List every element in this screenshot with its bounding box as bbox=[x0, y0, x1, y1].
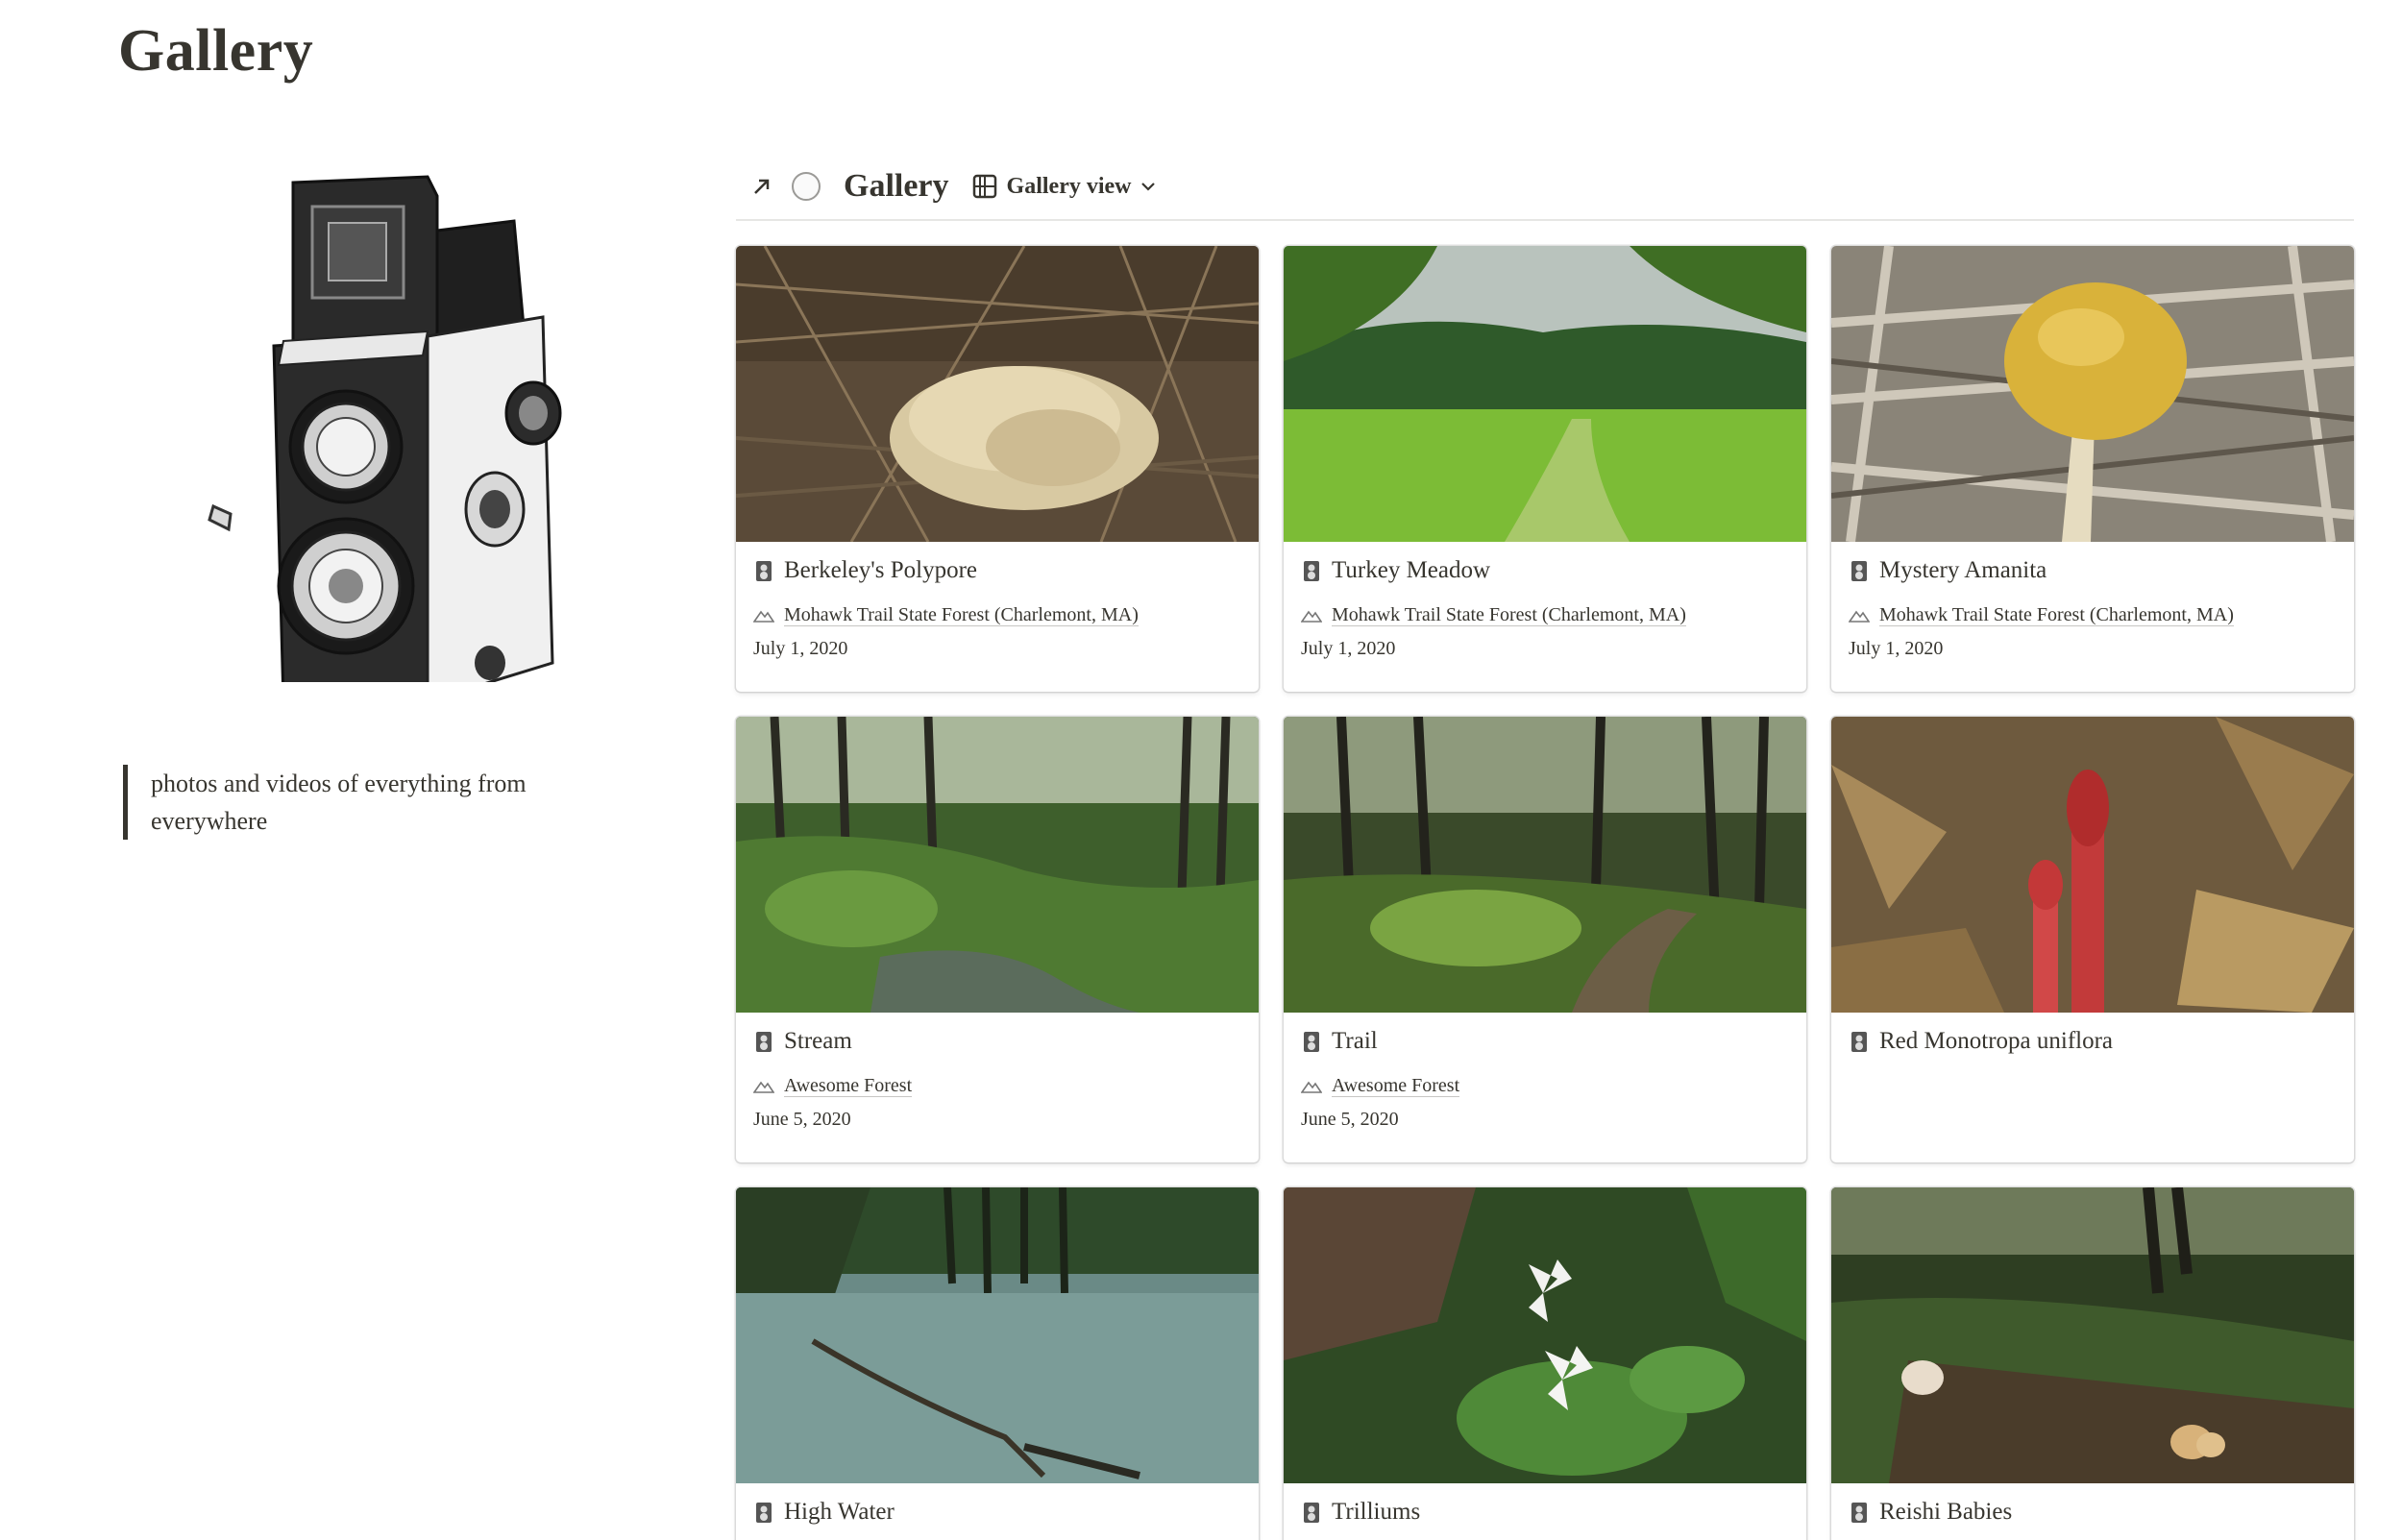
camera-icon bbox=[756, 1032, 772, 1052]
card-title: Berkeley's Polypore bbox=[784, 557, 977, 583]
camera-icon bbox=[1304, 561, 1319, 581]
mountain-icon bbox=[1301, 610, 1322, 623]
card-location[interactable]: Mohawk Trail State Forest (Charlemont, M… bbox=[1879, 604, 2234, 626]
card-photo-trail bbox=[1284, 717, 1806, 1013]
card-title: Red Monotropa uniflora bbox=[1879, 1028, 2114, 1054]
mountain-icon bbox=[753, 1081, 774, 1093]
gallery-card[interactable]: Stream Awesome Forest June 5, 2020 bbox=[736, 717, 1259, 1162]
gallery-view-button[interactable]: Gallery view bbox=[972, 174, 1157, 200]
camera-illustration bbox=[208, 175, 562, 682]
card-title: Turkey Meadow bbox=[1332, 557, 1491, 583]
card-photo-meadow bbox=[1284, 246, 1806, 542]
camera-icon bbox=[756, 1503, 772, 1523]
gallery-card[interactable]: Trail Awesome Forest June 5, 2020 bbox=[1284, 717, 1806, 1162]
mountain-icon bbox=[1849, 610, 1870, 623]
gallery-grid: Berkeley's Polypore Mohawk Trail State F… bbox=[736, 246, 2354, 1540]
camera-icon bbox=[1851, 1503, 1867, 1523]
chevron-down-icon bbox=[1140, 183, 1155, 191]
card-photo-trilliums bbox=[1284, 1187, 1806, 1483]
gallery-card[interactable]: Berkeley's Polypore Mohawk Trail State F… bbox=[736, 246, 1259, 692]
card-location[interactable]: Mohawk Trail State Forest (Charlemont, M… bbox=[784, 604, 1139, 626]
camera-icon bbox=[756, 561, 772, 581]
camera-icon bbox=[1304, 1503, 1319, 1523]
gallery-title[interactable]: Gallery bbox=[844, 168, 949, 205]
gallery-card[interactable]: Reishi Babies bbox=[1831, 1187, 2354, 1540]
card-photo-amanita bbox=[1831, 246, 2354, 542]
card-title: Trail bbox=[1332, 1028, 1378, 1054]
camera-icon bbox=[1304, 1032, 1319, 1052]
grid-icon bbox=[972, 174, 996, 199]
gallery-card[interactable]: Turkey Meadow Mohawk Trail State Forest … bbox=[1284, 246, 1806, 692]
card-photo-reishi bbox=[1831, 1187, 2354, 1483]
gallery-card[interactable]: Red Monotropa uniflora bbox=[1831, 717, 2354, 1162]
gallery-card[interactable]: Mystery Amanita Mohawk Trail State Fores… bbox=[1831, 246, 2354, 692]
card-location[interactable]: Awesome Forest bbox=[784, 1075, 913, 1097]
circle-icon bbox=[792, 172, 821, 201]
arrow-up-right-icon[interactable] bbox=[746, 170, 778, 203]
card-date: June 5, 2020 bbox=[753, 1109, 851, 1130]
mountain-icon bbox=[1301, 1081, 1322, 1093]
gallery-header: Gallery Gallery view bbox=[736, 154, 2354, 221]
camera-icon bbox=[1851, 1032, 1867, 1052]
card-title: High Water bbox=[784, 1499, 895, 1525]
card-photo-polypore bbox=[736, 246, 1259, 542]
page-quote: photos and videos of everything from eve… bbox=[123, 765, 575, 840]
card-photo-monotropa bbox=[1831, 717, 2354, 1013]
card-title: Trilliums bbox=[1332, 1499, 1421, 1525]
card-photo-high-water bbox=[736, 1187, 1259, 1483]
mountain-icon bbox=[753, 610, 774, 623]
card-date: July 1, 2020 bbox=[1849, 638, 1944, 659]
card-date: July 1, 2020 bbox=[753, 638, 848, 659]
card-title: Stream bbox=[784, 1028, 852, 1054]
gallery-card[interactable]: High Water bbox=[736, 1187, 1259, 1540]
page-title: Gallery bbox=[118, 18, 314, 84]
gallery-view-label: Gallery view bbox=[1006, 173, 1132, 199]
card-title: Mystery Amanita bbox=[1879, 557, 2047, 583]
camera-icon bbox=[1851, 561, 1867, 581]
gallery-card[interactable]: Trilliums bbox=[1284, 1187, 1806, 1540]
card-location[interactable]: Mohawk Trail State Forest (Charlemont, M… bbox=[1332, 604, 1686, 626]
card-title: Reishi Babies bbox=[1879, 1499, 2013, 1525]
card-photo-stream bbox=[736, 717, 1259, 1013]
card-date: July 1, 2020 bbox=[1301, 638, 1396, 659]
card-location[interactable]: Awesome Forest bbox=[1332, 1075, 1460, 1097]
card-date: June 5, 2020 bbox=[1301, 1109, 1399, 1130]
